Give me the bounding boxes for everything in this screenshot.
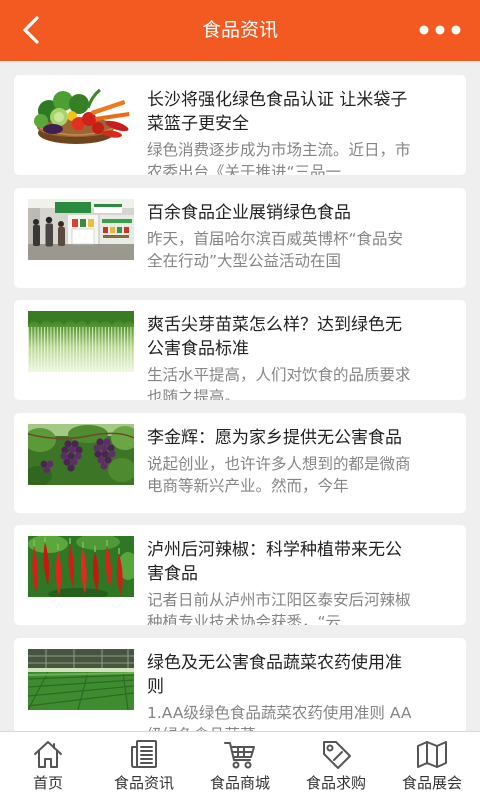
more-dots-icon [419,25,461,35]
news-summary: 记者日前从泸州市江阳区泰安后河辣椒种植专业技术协会获悉，“云 [147,591,411,626]
map-icon [417,741,447,768]
nav-label: 食品商城 [209,774,270,792]
news-title: 泸州后河辣椒：科学种植带来无公害食品 [147,540,402,585]
bottom-nav: 首页 食品资讯 食品商城 食品求购 食品展会 [0,731,480,800]
nav-label: 首页 [32,774,63,792]
cart-icon [224,742,255,769]
back-button[interactable] [12,10,52,50]
news-text: 爽舌尖芽苗菜怎么样？达到绿色无公害食品标准 生活水平提高，人们对饮食的品质要求也… [147,313,417,400]
page-title: 食品资讯 [201,19,278,41]
news-title: 长沙将强化绿色食品认证 让米袋子菜篮子更安全 [147,90,408,134]
news-text: 绿色及无公害食品蔬菜农药使用准则 1.AA级绿色食品蔬菜农药使用准则 AA级绿色… [147,651,417,738]
nav-label: 食品展会 [401,774,462,792]
news-title: 绿色及无公害食品蔬菜农药使用准则 [147,652,402,697]
news-list: 长沙将强化绿色食品认证 让米袋子菜篮子更安全 绿色消费逐步成为市场主流。近日，市… [14,75,466,751]
news-item[interactable]: 泸州后河辣椒：科学种植带来无公害食品 记者日前从泸州市江阳区泰安后河辣椒种植专业… [14,525,466,626]
news-text: 百余食品企业展销绿色食品 昨天，首届哈尔滨百威英博杯“食品安全在行动”大型公益活… [147,201,417,272]
news-item[interactable]: 绿色及无公害食品蔬菜农药使用准则 1.AA级绿色食品蔬菜农药使用准则 AA级绿色… [14,637,466,738]
news-thumbnail-vegetable-basket [28,86,134,147]
news-summary: 绿色消费逐步成为市场主流。近日，市农委出台《关于推进“三品一 [147,141,411,175]
news-title: 爽舌尖芽苗菜怎么样？达到绿色无公害食品标准 [147,315,402,360]
news-thumbnail-bean-sprouts [28,311,134,373]
news-text: 泸州后河辣椒：科学种植带来无公害食品 记者日前从泸州市江阳区泰安后河辣椒种植专业… [147,538,417,625]
app-screen: 食品资讯 长沙将强化绿色食品认证 让米袋子菜篮子更安全 绿色消费逐步成为市场主流… [0,0,480,800]
news-summary: 说起创业，也许许多人想到的都是微商电商等新兴产业。然而，今年 [147,454,411,495]
home-icon [34,741,62,768]
nav-label: 食品求购 [305,774,366,792]
news-summary: 昨天，首届哈尔滨百威英博杯“食品安全在行动”大型公益活动在国 [147,229,404,270]
nav-item-food-purchase[interactable]: 食品求购 [288,732,384,800]
news-item[interactable]: 爽舌尖芽苗菜怎么样？达到绿色无公害食品标准 生活水平提高，人们对饮食的品质要求也… [14,300,466,401]
news-icon [131,740,157,768]
tag-icon [323,741,351,769]
more-menu-button[interactable] [414,15,466,45]
news-thumbnail-chili-peppers [28,536,134,598]
news-item[interactable]: 长沙将强化绿色食品认证 让米袋子菜篮子更安全 绿色消费逐步成为市场主流。近日，市… [14,75,466,175]
news-text: 李金辉：愿为家乡提供无公害食品 说起创业，也许许多人想到的都是微商电商等新兴产业… [147,426,417,497]
news-text: 长沙将强化绿色食品认证 让米袋子菜篮子更安全 绿色消费逐步成为市场主流。近日，市… [147,88,417,175]
news-item[interactable]: 百余食品企业展销绿色食品 昨天，首届哈尔滨百威英博杯“食品安全在行动”大型公益活… [14,187,466,288]
nav-label: 食品资讯 [113,774,174,792]
news-summary: 生活水平提高，人们对饮食的品质要求也随之提高。 [147,366,411,401]
news-item[interactable]: 李金辉：愿为家乡提供无公害食品 说起创业，也许许多人想到的都是微商电商等新兴产业… [14,412,466,513]
news-thumbnail-greenhouse [28,648,134,710]
news-thumbnail-grapes [28,423,134,485]
nav-item-home[interactable]: 首页 [0,732,96,800]
news-title: 百余食品企业展销绿色食品 [147,202,351,223]
nav-item-food-mall[interactable]: 食品商城 [192,732,288,800]
chevron-left-icon [23,16,39,44]
news-thumbnail-food-exhibition [28,198,134,260]
nav-item-food-exhibition[interactable]: 食品展会 [384,732,480,800]
nav-item-food-news[interactable]: 食品资讯 [96,732,192,800]
news-title: 李金辉：愿为家乡提供无公害食品 [147,427,402,448]
app-header: 食品资讯 [0,0,480,61]
